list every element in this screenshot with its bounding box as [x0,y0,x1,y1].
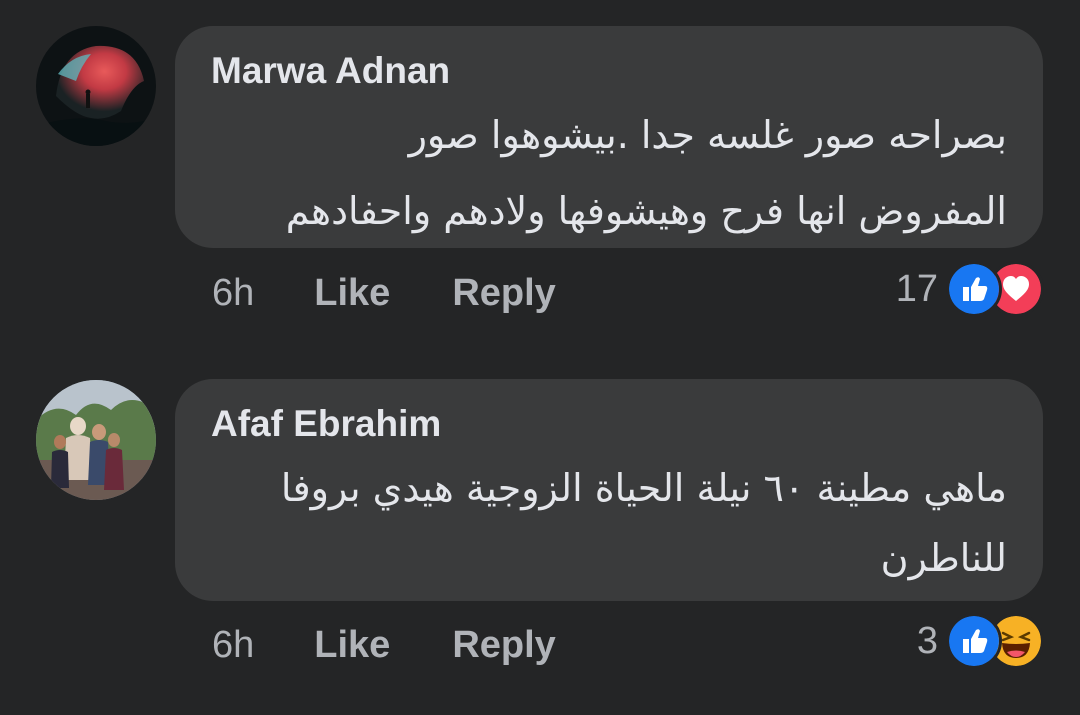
comment-bubble: Afaf Ebrahim ماهي مطينة ٦٠ نيلة الحياة ا… [175,379,1043,601]
comment-text: ماهي مطينة ٦٠ نيلة الحياة الزوجية هيدي ب… [211,459,1007,587]
like-button[interactable]: Like [314,272,390,315]
avatar[interactable] [36,26,156,146]
comment-text-line: ماهي مطينة ٦٠ نيلة الحياة الزوجية هيدي ب… [280,466,1007,510]
comment-text-line: المفروض انها فرح وهيشوفها ولادهم واحفاده… [285,189,1007,233]
comment-text-line: للناطرن [880,536,1007,580]
comment-author[interactable]: Marwa Adnan [211,50,450,92]
comment-timestamp[interactable]: 6h [212,272,254,315]
reaction-summary[interactable]: 3 [916,613,1044,669]
comment-author[interactable]: Afaf Ebrahim [211,403,441,445]
reply-button[interactable]: Reply [452,272,555,315]
avatar[interactable] [36,380,156,500]
like-icon [946,261,1002,317]
comment-text: بصراحه صور غلسه جدا .بيشوهوا صور المفروض… [211,106,1007,240]
comment-timestamp[interactable]: 6h [212,624,254,667]
reaction-summary[interactable]: 17 [895,261,1044,317]
like-icon [946,613,1002,669]
comment-text-line: بصراحه صور غلسه جدا .بيشوهوا صور [408,113,1007,157]
reply-button[interactable]: Reply [452,624,555,667]
comment-item: Afaf Ebrahim ماهي مطينة ٦٠ نيلة الحياة ا… [0,350,1080,715]
comment-actions: 6h Like Reply [212,268,556,318]
comment-item: Marwa Adnan بصراحه صور غلسه جدا .بيشوهوا… [0,0,1080,350]
comment-actions: 6h Like Reply [212,620,556,670]
reaction-count: 17 [895,267,938,310]
like-button[interactable]: Like [314,624,390,667]
comment-bubble: Marwa Adnan بصراحه صور غلسه جدا .بيشوهوا… [175,26,1043,248]
reaction-count: 3 [916,619,938,662]
